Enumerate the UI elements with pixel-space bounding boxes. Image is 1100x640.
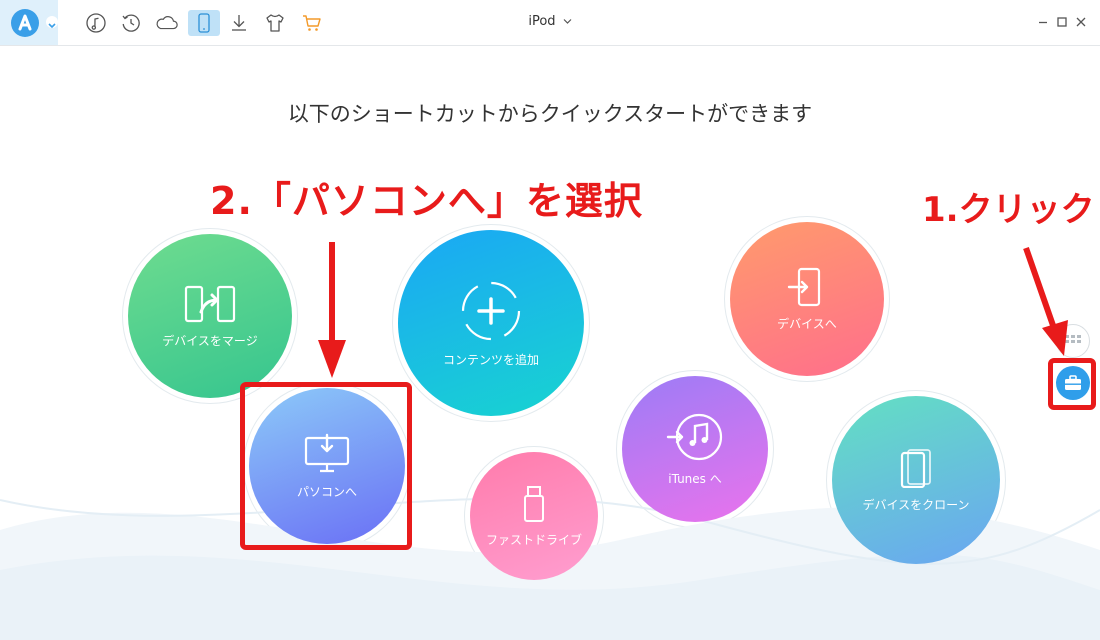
to-device-icon	[787, 267, 821, 306]
add-content-icon	[461, 281, 521, 340]
top-toolbar: iPod	[0, 0, 1100, 46]
phone-icon[interactable]	[188, 10, 220, 36]
step1-annotation: 1.クリック	[922, 190, 1095, 230]
to-itunes-label: iTunes へ	[668, 471, 722, 486]
add-content-label: コンテンツを追加	[442, 352, 539, 367]
app-logo-area[interactable]	[0, 0, 58, 45]
red-arrow-down	[318, 242, 346, 378]
merge-devices-label: デバイスをマージ	[162, 333, 258, 348]
to-device-label: デバイスへ	[777, 316, 837, 331]
music-note-icon[interactable]	[84, 11, 108, 35]
step2-annotation: 2.「パソコンへ」を選択	[210, 179, 643, 223]
page-heading: 以下のショートカットからクイックスタートができます	[287, 102, 813, 126]
itunes-icon	[666, 413, 723, 460]
merge-devices-icon	[184, 285, 236, 322]
history-icon[interactable]	[119, 11, 143, 35]
add-content-button[interactable]: コンテンツを追加	[392, 224, 590, 422]
cloud-icon[interactable]	[155, 11, 179, 35]
to-device-button[interactable]: デバイスへ	[724, 216, 890, 382]
device-selector[interactable]: iPod	[500, 14, 600, 29]
tshirt-icon[interactable]	[263, 11, 287, 35]
close-icon[interactable]	[1073, 14, 1089, 30]
usb-drive-icon	[524, 485, 544, 522]
clone-device-icon	[900, 448, 931, 488]
chevron-down-icon	[563, 19, 572, 24]
clone-device-label: デバイスをクローン	[862, 497, 970, 512]
clone-device-button[interactable]: デバイスをクローン	[826, 390, 1006, 570]
app-logo-icon[interactable]	[11, 9, 39, 37]
maximize-icon[interactable]	[1054, 14, 1070, 30]
highlight-box-toolbox	[1048, 358, 1096, 410]
minimize-icon[interactable]	[1035, 14, 1051, 30]
cart-icon[interactable]	[300, 11, 324, 35]
fast-drive-button[interactable]: ファストドライブ	[464, 446, 604, 586]
fast-drive-label: ファストドライブ	[485, 532, 582, 547]
download-icon[interactable]	[227, 11, 251, 35]
highlight-box-to-computer	[240, 382, 412, 550]
merge-devices-button[interactable]: デバイスをマージ	[122, 228, 298, 404]
chevron-down-icon[interactable]	[46, 16, 58, 29]
to-itunes-button[interactable]: iTunes へ	[616, 370, 774, 528]
device-name: iPod	[528, 14, 556, 29]
red-arrow-diagonal	[1023, 247, 1068, 356]
